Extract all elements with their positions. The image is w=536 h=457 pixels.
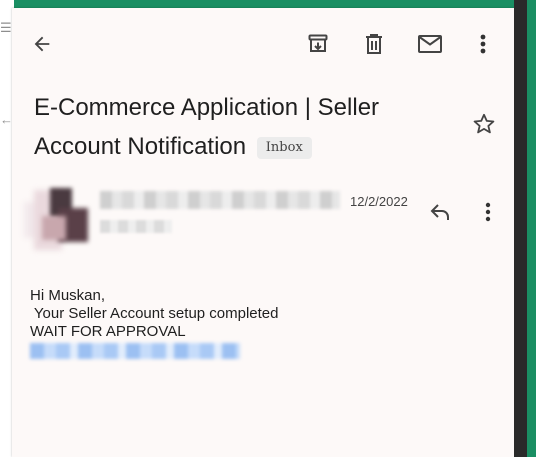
recipient-line-redacted [100,220,172,233]
more-vertical-icon [480,34,486,54]
reply-button[interactable] [426,198,454,226]
sender-name-redacted [100,191,340,209]
frame-edge [514,0,536,457]
body-line: WAIT FOR APPROVAL [30,323,186,340]
reply-icon [430,204,449,220]
sender-avatar[interactable] [20,188,92,252]
more-options-button[interactable] [469,30,497,58]
body-link-redacted[interactable] [30,343,240,359]
email-subject: E-Commerce Application | Seller Account … [34,88,454,166]
background-glyph: ☰ [0,20,12,35]
email-detail-screen: E-Commerce Application | Seller Account … [12,8,514,457]
email-date: 12/2/2022 [350,194,408,209]
body-line: Hi Muskan, [30,287,106,304]
body-line: Your Seller Account setup completed [30,305,279,322]
message-more-button[interactable] [474,198,502,226]
star-button[interactable] [472,112,496,141]
email-body: Hi Muskan, Your Seller Account setup com… [30,287,279,341]
mail-icon [418,35,442,53]
subject-text: E-Commerce Application | Seller Account … [34,94,380,160]
archive-icon [308,34,328,52]
mark-unread-button[interactable] [416,30,444,58]
delete-button[interactable] [360,30,388,58]
archive-button[interactable] [304,30,332,58]
arrow-back-icon [34,36,50,52]
inbox-label-badge[interactable]: Inbox [256,137,312,159]
star-outline-icon [473,113,495,134]
more-vertical-icon [485,202,491,222]
back-button[interactable] [28,30,56,58]
delete-icon [366,34,382,54]
